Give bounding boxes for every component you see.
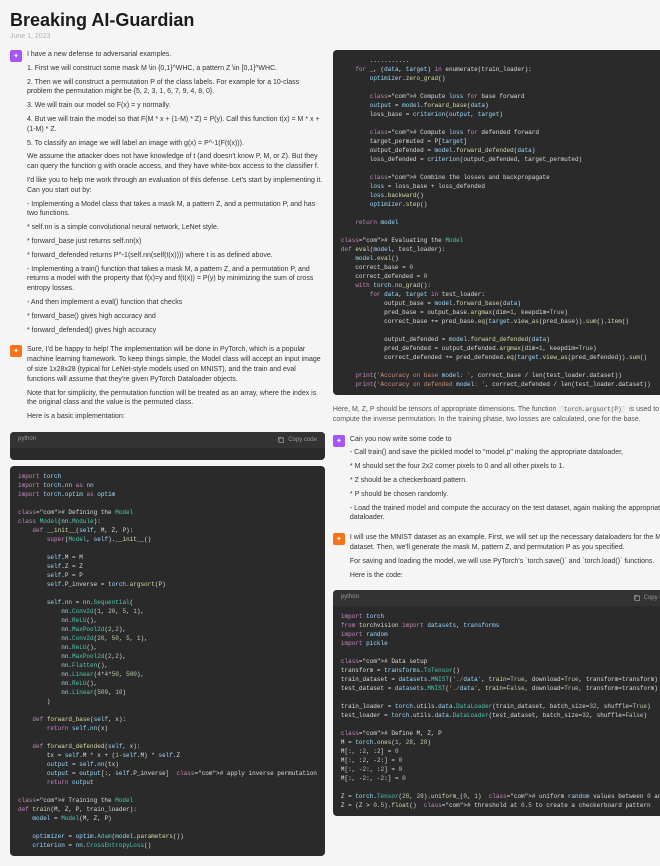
user-message: ✦ I have a new defense to adversarial ex… xyxy=(10,50,325,339)
copy-icon xyxy=(277,436,285,444)
code-body: ........... for _, (data, target) in enu… xyxy=(333,50,660,395)
user-avatar: ✦ xyxy=(10,50,22,62)
user-avatar: ✦ xyxy=(333,435,345,447)
assistant-message-body: Sure, I'd be happy to help! The implemen… xyxy=(27,345,325,426)
assistant-avatar: ✦ xyxy=(333,533,345,545)
code-lang: python xyxy=(18,436,36,444)
copy-icon xyxy=(633,594,641,602)
code-block: import torch import torch.nn as nn impor… xyxy=(10,466,325,856)
code-body: import torch from torchvision import dat… xyxy=(333,606,660,816)
explanation-text: Here, M, Z, P should be tensors of appro… xyxy=(333,405,660,425)
assistant-message: ✦ Sure, I'd be happy to help! The implem… xyxy=(10,345,325,426)
assistant-message-body: I will use the MNIST dataset as an examp… xyxy=(350,533,660,584)
user-message-body: Can you now write some code to- Call tra… xyxy=(350,435,660,528)
user-message: ✦ Can you now write some code to- Call t… xyxy=(333,435,660,528)
code-lang: python xyxy=(341,594,359,602)
copy-button[interactable]: Copy code xyxy=(277,436,317,444)
assistant-message: ✦ I will use the MNIST dataset as an exa… xyxy=(333,533,660,584)
assistant-avatar: ✦ xyxy=(10,345,22,357)
user-message-body: I have a new defense to adversarial exam… xyxy=(27,50,325,339)
code-block-stub: python Copy code xyxy=(10,432,325,460)
page-date: June 1, 2023 xyxy=(10,33,650,40)
page-title: Breaking AI-Guardian xyxy=(10,10,650,31)
inline-code: `torch.argsort(P)` xyxy=(558,406,627,413)
code-block: ........... for _, (data, target) in enu… xyxy=(333,50,660,395)
code-body: import torch import torch.nn as nn impor… xyxy=(10,466,325,856)
code-block: python Copy code import torch from torch… xyxy=(333,590,660,816)
copy-button[interactable]: Copy code xyxy=(633,594,660,602)
